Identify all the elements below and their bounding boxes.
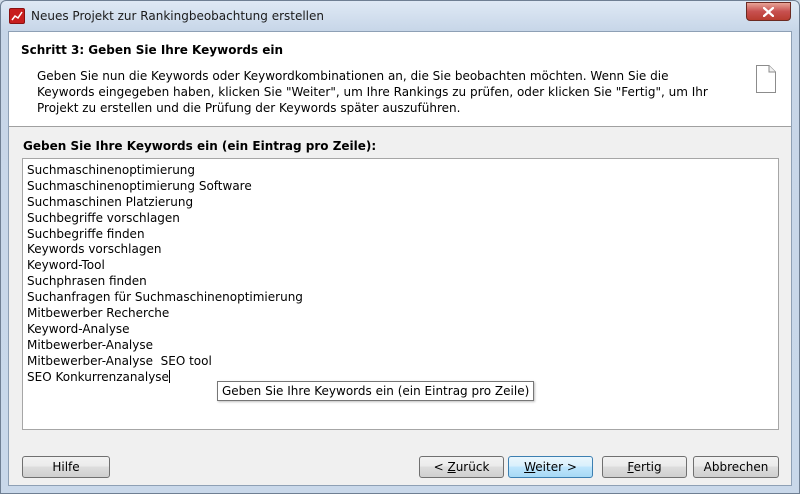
keyword-line: Mitbewerber Recherche [27, 306, 774, 322]
keyword-line: Suchanfragen für Suchmaschinenoptimierun… [27, 290, 774, 306]
keyword-text: Suchmaschinenoptimierung [27, 163, 196, 177]
keyword-text: Suchmaschinenoptimierung Software [27, 178, 252, 193]
cancel-button[interactable]: Abbrechen [693, 456, 779, 478]
back-button-rest: urück [455, 460, 490, 474]
wizard-header: Schritt 3: Geben Sie Ihre Keywords ein G… [9, 32, 791, 127]
keyword-line: Mitbewerber-Analyse SEO tool [27, 354, 774, 370]
cancel-button-label: Abbrechen [703, 460, 769, 474]
finish-button-rest: ertig [633, 460, 662, 474]
help-button[interactable]: Hilfe [22, 456, 110, 478]
keyword-line: Keyword-Analyse [27, 322, 774, 338]
next-button-rest: eiter > [535, 460, 577, 474]
keyword-line: Keyword-Tool [27, 258, 774, 274]
finish-button[interactable]: Fertig [602, 456, 687, 478]
dialog-window: Neues Projekt zur Rankingbeobachtung ers… [0, 0, 800, 494]
window-title: Neues Projekt zur Rankingbeobachtung ers… [31, 9, 325, 23]
keyword-text: Suchphrasen finden [27, 274, 147, 289]
keyword-text: Keyword-Analyse [27, 321, 130, 336]
keyword-text: Keyword-Tool [27, 258, 105, 273]
keyword-text: SEO Konkurrenzanalyse [27, 369, 169, 384]
back-button[interactable]: < Zurück [419, 456, 504, 478]
keyword-text: Keywords vorschlagen [27, 242, 162, 257]
document-icon [756, 65, 776, 93]
step-title: Schritt 3: Geben Sie Ihre Keywords ein [21, 43, 284, 57]
help-button-label: Hilfe [52, 460, 80, 474]
dialog-client-area: Schritt 3: Geben Sie Ihre Keywords ein G… [8, 31, 792, 486]
keywords-tooltip: Geben Sie Ihre Keywords ein (ein Eintrag… [217, 381, 535, 401]
keyword-line: Suchbegriffe vorschlagen [27, 211, 774, 227]
close-icon [763, 7, 774, 17]
keyword-text: Suchmaschinen Platzierung [27, 194, 194, 209]
title-bar[interactable]: Neues Projekt zur Rankingbeobachtung ers… [1, 1, 799, 31]
keyword-line: Keywords vorschlagen [27, 242, 774, 258]
keyword-line: Suchmaschinen Platzierung [27, 195, 774, 211]
keyword-text: Suchbegriffe vorschlagen [27, 210, 180, 225]
keyword-line: Suchphrasen finden [27, 274, 774, 290]
keyword-text: Mitbewerber Recherche [27, 306, 170, 321]
keyword-text: Mitbewerber-Analyse [27, 337, 153, 352]
step-description: Geben Sie nun die Keywords oder Keywordk… [37, 69, 708, 115]
keyword-text: Suchbegriffe finden [27, 226, 145, 241]
keyword-line: Mitbewerber-Analyse [27, 338, 774, 354]
close-button[interactable] [746, 2, 791, 21]
keyword-line: Suchmaschinenoptimierung [27, 163, 774, 179]
keyword-text: Mitbewerber-Analyse SEO tool [27, 353, 212, 368]
next-button-mnemonic: W [524, 460, 536, 474]
text-caret [168, 369, 170, 383]
keywords-label: Geben Sie Ihre Keywords ein (ein Eintrag… [23, 139, 377, 153]
keyword-text: Suchanfragen für Suchmaschinenoptimierun… [27, 290, 303, 305]
keyword-line: Suchbegriffe finden [27, 227, 774, 243]
next-button[interactable]: Weiter > [508, 456, 593, 478]
app-logo-icon [9, 8, 25, 24]
keyword-line: Suchmaschinenoptimierung Software [27, 179, 774, 195]
back-button-prefix: < [433, 460, 448, 474]
back-button-mnemonic: Z [447, 460, 456, 474]
